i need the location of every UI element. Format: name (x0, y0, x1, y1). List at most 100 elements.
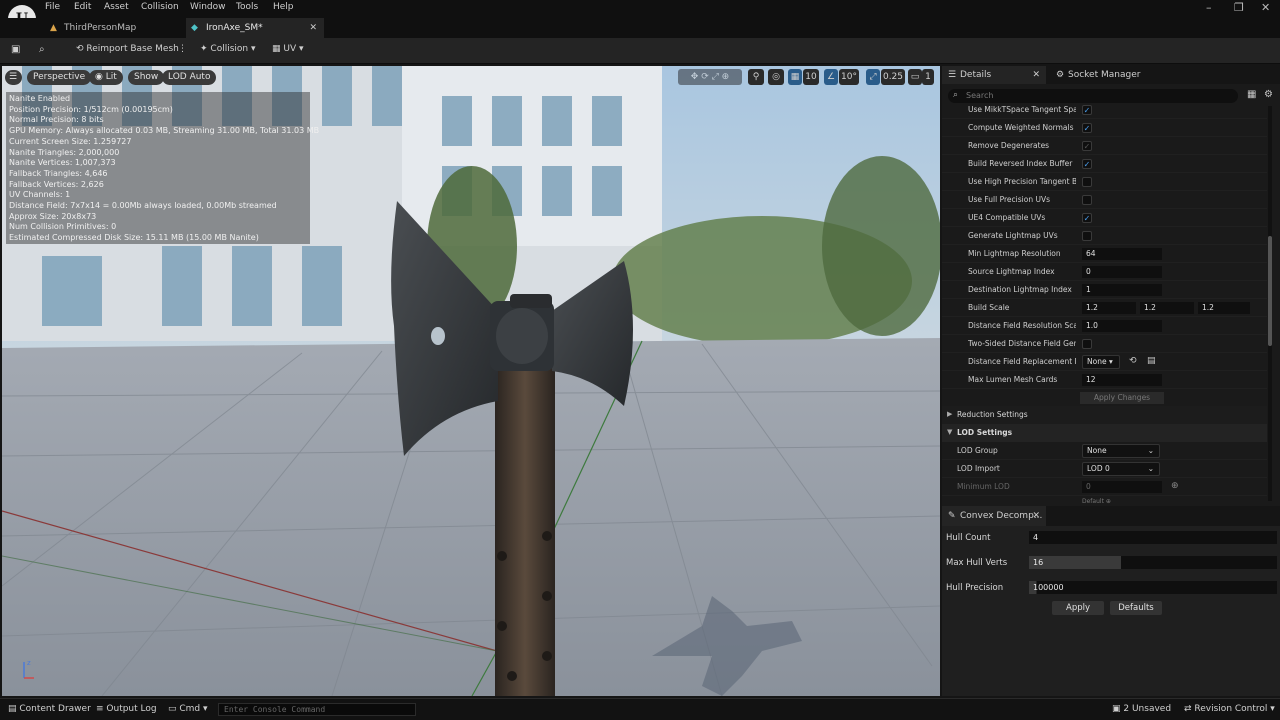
close-window-icon[interactable]: ✕ (1261, 1, 1270, 14)
output-log-button[interactable]: ≡ Output Log (96, 704, 157, 714)
reimport-button[interactable]: ⟲ Reimport Base Mesh (76, 44, 179, 54)
checkbox-checked[interactable]: ✓ (1082, 213, 1092, 223)
min-lightmap-field[interactable]: 64 (1082, 248, 1162, 260)
stat-line: Current Screen Size: 1.259727 (9, 136, 132, 146)
property-row: Minimum LOD 0 ⊕ (942, 478, 1267, 496)
checkbox-checked[interactable]: ✓ (1082, 123, 1092, 133)
surface-snap-icon[interactable]: ⚲ (748, 69, 764, 85)
section-label: LOD Settings (957, 428, 1013, 437)
hull-count-field[interactable]: 4 (1029, 531, 1277, 544)
max-hull-verts-slider[interactable]: 16 (1029, 556, 1277, 569)
defaults-button[interactable]: Defaults (1110, 601, 1162, 615)
menu-asset[interactable]: Asset (104, 2, 129, 12)
grid-snap-value[interactable]: 10 (803, 69, 819, 85)
lod-import-dropdown[interactable]: LOD 0 ⌄ (1082, 462, 1160, 476)
uv-dropdown[interactable]: ▦ UV ▾ (272, 44, 304, 54)
stat-line: Nanite Triangles: 2,000,000 (9, 147, 120, 157)
mesh-viewport[interactable]: z ☰ Perspective ◉ Lit Show LOD Auto ✥ ⟳ … (2, 66, 940, 696)
scale-snap-value[interactable]: 0.25 (881, 69, 905, 85)
menu-tools[interactable]: Tools (236, 2, 258, 12)
menu-collision[interactable]: Collision (141, 2, 179, 12)
checkbox-unchecked[interactable] (1082, 195, 1092, 205)
source-lightmap-field[interactable]: 0 (1082, 266, 1162, 278)
tab-socket-manager[interactable]: ⚙ Socket Manager (1054, 66, 1140, 84)
camera-speed-icon[interactable]: ▭ (908, 69, 922, 85)
max-lumen-cards-field[interactable]: 12 (1082, 374, 1162, 386)
uv-grid-icon: ▦ (272, 44, 284, 54)
lod-settings-section[interactable]: ▼ LOD Settings (942, 424, 1267, 442)
build-scale-z[interactable]: 1.2 (1198, 302, 1250, 314)
unsaved-button[interactable]: ▣ 2 Unsaved (1112, 704, 1171, 714)
svg-text:z: z (27, 659, 31, 667)
table-view-icon[interactable]: ▦ (1247, 89, 1256, 100)
close-tab-icon[interactable]: ✕ (1032, 506, 1040, 526)
content-drawer-icon: ▤ (8, 704, 20, 714)
stat-line: Nanite Enabled (9, 94, 71, 103)
build-scale-x[interactable]: 1.2 (1082, 302, 1136, 314)
property-label: Use Full Precision UVs (968, 195, 1050, 204)
tab-third-person-map[interactable]: ▲ ThirdPersonMap (46, 18, 184, 38)
property-row: Max Lumen Mesh Cards 12 (942, 371, 1267, 389)
lod-button[interactable]: LOD Auto (162, 70, 217, 85)
revision-control-button[interactable]: ⇄ Revision Control ▾ (1184, 704, 1275, 714)
menu-window[interactable]: Window (190, 2, 226, 12)
checkbox-unchecked[interactable] (1082, 339, 1092, 349)
menu-file[interactable]: File (45, 2, 60, 12)
console-command-input[interactable]: Enter Console Command (218, 703, 416, 716)
show-button[interactable]: Show (128, 70, 165, 85)
world-space-icon[interactable]: ◎ (768, 69, 784, 85)
cmd-dropdown[interactable]: ▭ Cmd ▾ (168, 704, 208, 714)
viewport-menu-icon[interactable]: ☰ (5, 70, 22, 85)
reduction-settings-section[interactable]: ▶ Reduction Settings (942, 406, 1267, 424)
property-row: Distance Field Resolution Scale 1.0 (942, 317, 1267, 335)
settings-gear-icon[interactable]: ⚙ (1264, 89, 1273, 100)
close-tab-icon[interactable]: ✕ (309, 18, 317, 38)
dest-lightmap-field[interactable]: 1 (1082, 284, 1162, 296)
stat-line: Nanite Vertices: 1,007,373 (9, 158, 116, 168)
collision-dropdown[interactable]: ✦ Collision ▾ (200, 44, 256, 54)
checkbox-unchecked[interactable] (1082, 231, 1092, 241)
checkbox-checked[interactable]: ✓ (1082, 159, 1092, 169)
build-scale-y[interactable]: 1.2 (1140, 302, 1194, 314)
df-resolution-field[interactable]: 1.0 (1082, 320, 1162, 332)
details-scroll-thumb[interactable] (1268, 236, 1272, 346)
browse-icon[interactable]: ⌕ (39, 44, 45, 55)
menu-help[interactable]: Help (273, 2, 294, 12)
status-bar: ▤ Content Drawer ≡ Output Log ▭ Cmd ▾ En… (0, 698, 1280, 720)
apply-changes-button[interactable]: Apply Changes (1080, 392, 1164, 404)
df-replacement-dropdown[interactable]: None ▾ (1082, 355, 1120, 369)
chevron-down-icon: ⌄ (1147, 446, 1154, 455)
save-icon[interactable]: ▣ (11, 44, 20, 55)
menu-edit[interactable]: Edit (74, 2, 91, 12)
property-row: Distance Field Replacement Mesh None ▾ ⟲… (942, 353, 1267, 371)
hull-precision-field[interactable]: 100000 (1029, 581, 1277, 594)
minimize-icon[interactable]: – (1206, 1, 1212, 14)
tab-details[interactable]: ☰ Details ✕ (942, 66, 1046, 84)
grid-snap-icon[interactable]: ▦ (788, 69, 802, 85)
browse-folder-icon[interactable]: ▤ (1147, 356, 1156, 366)
maximize-icon[interactable]: ❐ (1234, 1, 1244, 14)
tab-label: Convex Decomp... (960, 511, 1043, 521)
minimum-lod-field[interactable]: 0 (1082, 481, 1162, 493)
tab-convex-decomposition[interactable]: ✎ Convex Decomp... ✕ (942, 506, 1046, 526)
use-selected-icon[interactable]: ⟲ (1129, 356, 1137, 366)
reimport-label: Reimport Base Mesh (86, 44, 179, 54)
checkbox-checked[interactable]: ✓ (1082, 141, 1092, 151)
more-options-icon[interactable]: ⋮ (178, 44, 187, 54)
close-tab-icon[interactable]: ✕ (1032, 66, 1040, 84)
content-drawer-button[interactable]: ▤ Content Drawer (8, 704, 91, 714)
checkbox-checked[interactable]: ✓ (1082, 105, 1092, 115)
checkbox-unchecked[interactable] (1082, 177, 1092, 187)
perspective-button[interactable]: Perspective (27, 70, 92, 85)
apply-button[interactable]: Apply (1052, 601, 1104, 615)
lit-button[interactable]: ◉ Lit (89, 70, 123, 85)
rotation-snap-value[interactable]: 10° (839, 69, 859, 85)
revision-control-label: Revision Control (1194, 704, 1268, 714)
lod-group-dropdown[interactable]: None ⌄ (1082, 444, 1160, 458)
rotation-snap-icon[interactable]: ∠ (824, 69, 838, 85)
scale-snap-icon[interactable]: ⤢ (866, 69, 880, 85)
tab-iron-axe[interactable]: ◆ IronAxe_SM* ✕ (186, 18, 324, 38)
transform-tools[interactable]: ✥ ⟳ ⤢ ⊕ (678, 69, 742, 85)
camera-speed-value[interactable]: 1 (922, 69, 934, 85)
add-platform-icon[interactable]: ⊕ (1171, 481, 1179, 491)
